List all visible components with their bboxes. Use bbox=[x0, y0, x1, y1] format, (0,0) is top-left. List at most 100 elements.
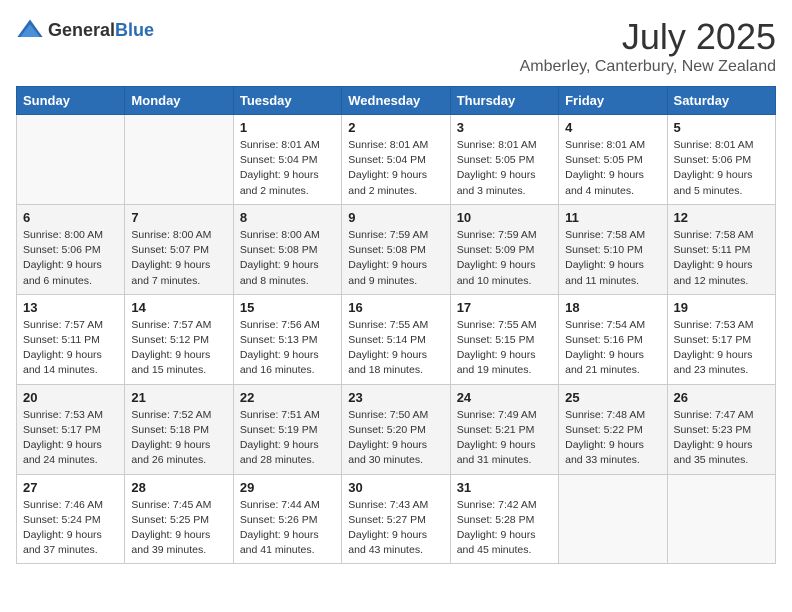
logo-general-text: General bbox=[48, 20, 115, 40]
calendar-cell: 8 Sunrise: 8:00 AM Sunset: 5:08 PM Daylig… bbox=[233, 204, 341, 294]
calendar-cell: 11 Sunrise: 7:58 AM Sunset: 5:10 PM Dayli… bbox=[559, 204, 667, 294]
day-info: Sunrise: 7:43 AM Sunset: 5:27 PM Dayligh… bbox=[348, 498, 443, 559]
calendar-cell: 31 Sunrise: 7:42 AM Sunset: 5:28 PM Dayli… bbox=[450, 474, 558, 564]
day-number: 9 bbox=[348, 210, 443, 225]
day-info: Sunrise: 7:57 AM Sunset: 5:11 PM Dayligh… bbox=[23, 318, 118, 379]
day-number: 25 bbox=[565, 390, 660, 405]
day-info: Sunrise: 7:49 AM Sunset: 5:21 PM Dayligh… bbox=[457, 408, 552, 469]
day-number: 3 bbox=[457, 120, 552, 135]
day-number: 10 bbox=[457, 210, 552, 225]
day-number: 28 bbox=[131, 480, 226, 495]
day-number: 2 bbox=[348, 120, 443, 135]
day-number: 29 bbox=[240, 480, 335, 495]
title-block: July 2025 Amberley, Canterbury, New Zeal… bbox=[520, 16, 776, 76]
day-info: Sunrise: 7:55 AM Sunset: 5:15 PM Dayligh… bbox=[457, 318, 552, 379]
calendar-cell: 18 Sunrise: 7:54 AM Sunset: 5:16 PM Dayli… bbox=[559, 294, 667, 384]
day-info: Sunrise: 7:50 AM Sunset: 5:20 PM Dayligh… bbox=[348, 408, 443, 469]
day-number: 7 bbox=[131, 210, 226, 225]
logo-blue-text: Blue bbox=[115, 20, 154, 40]
logo: GeneralBlue bbox=[16, 16, 154, 44]
day-number: 22 bbox=[240, 390, 335, 405]
month-title: July 2025 bbox=[520, 16, 776, 58]
calendar-cell: 7 Sunrise: 8:00 AM Sunset: 5:07 PM Daylig… bbox=[125, 204, 233, 294]
calendar-cell: 17 Sunrise: 7:55 AM Sunset: 5:15 PM Dayli… bbox=[450, 294, 558, 384]
day-number: 21 bbox=[131, 390, 226, 405]
day-number: 27 bbox=[23, 480, 118, 495]
calendar-cell: 6 Sunrise: 8:00 AM Sunset: 5:06 PM Daylig… bbox=[17, 204, 125, 294]
calendar-cell: 27 Sunrise: 7:46 AM Sunset: 5:24 PM Dayli… bbox=[17, 474, 125, 564]
calendar-cell: 24Sunrise: 7:49 AM Sunset: 5:21 PM Dayli… bbox=[450, 384, 558, 474]
day-info: Sunrise: 7:54 AM Sunset: 5:16 PM Dayligh… bbox=[565, 318, 660, 379]
day-info: Sunrise: 8:01 AM Sunset: 5:05 PM Dayligh… bbox=[565, 138, 660, 199]
day-info: Sunrise: 7:42 AM Sunset: 5:28 PM Dayligh… bbox=[457, 498, 552, 559]
day-info: Sunrise: 8:01 AM Sunset: 5:06 PM Dayligh… bbox=[674, 138, 769, 199]
day-number: 14 bbox=[131, 300, 226, 315]
day-info: Sunrise: 8:00 AM Sunset: 5:07 PM Dayligh… bbox=[131, 228, 226, 289]
day-number: 18 bbox=[565, 300, 660, 315]
calendar-cell: 20 Sunrise: 7:53 AM Sunset: 5:17 PM Dayli… bbox=[17, 384, 125, 474]
day-info: Sunrise: 8:00 AM Sunset: 5:06 PM Dayligh… bbox=[23, 228, 118, 289]
day-number: 23 bbox=[348, 390, 443, 405]
day-info: Sunrise: 7:58 AM Sunset: 5:10 PM Dayligh… bbox=[565, 228, 660, 289]
day-number: 31 bbox=[457, 480, 552, 495]
calendar-cell: 29 Sunrise: 7:44 AM Sunset: 5:26 PM Dayli… bbox=[233, 474, 341, 564]
day-info: Sunrise: 8:01 AM Sunset: 5:04 PM Dayligh… bbox=[348, 138, 443, 199]
calendar-cell: 1Sunrise: 8:01 AM Sunset: 5:04 PM Daylig… bbox=[233, 115, 341, 205]
calendar-cell bbox=[667, 474, 775, 564]
calendar-cell: 21 Sunrise: 7:52 AM Sunset: 5:18 PM Dayli… bbox=[125, 384, 233, 474]
day-info: Sunrise: 7:59 AM Sunset: 5:09 PM Dayligh… bbox=[457, 228, 552, 289]
calendar-cell: 10 Sunrise: 7:59 AM Sunset: 5:09 PM Dayli… bbox=[450, 204, 558, 294]
day-number: 19 bbox=[674, 300, 769, 315]
calendar-cell: 19 Sunrise: 7:53 AM Sunset: 5:17 PM Dayli… bbox=[667, 294, 775, 384]
calendar-cell: 14 Sunrise: 7:57 AM Sunset: 5:12 PM Dayli… bbox=[125, 294, 233, 384]
calendar-cell: 26 Sunrise: 7:47 AM Sunset: 5:23 PM Dayli… bbox=[667, 384, 775, 474]
day-info: Sunrise: 7:55 AM Sunset: 5:14 PM Dayligh… bbox=[348, 318, 443, 379]
calendar-cell: 3 Sunrise: 8:01 AM Sunset: 5:05 PM Daylig… bbox=[450, 115, 558, 205]
day-info: Sunrise: 8:00 AM Sunset: 5:08 PM Dayligh… bbox=[240, 228, 335, 289]
day-number: 11 bbox=[565, 210, 660, 225]
day-info: Sunrise: 7:57 AM Sunset: 5:12 PM Dayligh… bbox=[131, 318, 226, 379]
weekday-header-friday: Friday bbox=[559, 87, 667, 115]
calendar-cell: 22 Sunrise: 7:51 AM Sunset: 5:19 PM Dayli… bbox=[233, 384, 341, 474]
calendar-cell bbox=[17, 115, 125, 205]
day-number: 4 bbox=[565, 120, 660, 135]
day-info: Sunrise: 8:01 AM Sunset: 5:05 PM Dayligh… bbox=[457, 138, 552, 199]
day-number: 20 bbox=[23, 390, 118, 405]
day-info: Sunrise: 7:59 AM Sunset: 5:08 PM Dayligh… bbox=[348, 228, 443, 289]
day-number: 5 bbox=[674, 120, 769, 135]
calendar-cell: 2 Sunrise: 8:01 AM Sunset: 5:04 PM Daylig… bbox=[342, 115, 450, 205]
day-number: 26 bbox=[674, 390, 769, 405]
day-info: Sunrise: 7:52 AM Sunset: 5:18 PM Dayligh… bbox=[131, 408, 226, 469]
weekday-header-saturday: Saturday bbox=[667, 87, 775, 115]
page-header: GeneralBlue July 2025 Amberley, Canterbu… bbox=[16, 16, 776, 76]
calendar-cell: 25Sunrise: 7:48 AM Sunset: 5:22 PM Dayli… bbox=[559, 384, 667, 474]
day-info: Sunrise: 7:51 AM Sunset: 5:19 PM Dayligh… bbox=[240, 408, 335, 469]
calendar-cell bbox=[559, 474, 667, 564]
calendar-cell: 4 Sunrise: 8:01 AM Sunset: 5:05 PM Daylig… bbox=[559, 115, 667, 205]
day-info: Sunrise: 7:47 AM Sunset: 5:23 PM Dayligh… bbox=[674, 408, 769, 469]
calendar-cell: 12Sunrise: 7:58 AM Sunset: 5:11 PM Dayli… bbox=[667, 204, 775, 294]
day-info: Sunrise: 7:58 AM Sunset: 5:11 PM Dayligh… bbox=[674, 228, 769, 289]
calendar-cell: 9 Sunrise: 7:59 AM Sunset: 5:08 PM Daylig… bbox=[342, 204, 450, 294]
day-number: 6 bbox=[23, 210, 118, 225]
day-number: 1 bbox=[240, 120, 335, 135]
weekday-header-wednesday: Wednesday bbox=[342, 87, 450, 115]
day-info: Sunrise: 7:56 AM Sunset: 5:13 PM Dayligh… bbox=[240, 318, 335, 379]
day-info: Sunrise: 7:53 AM Sunset: 5:17 PM Dayligh… bbox=[23, 408, 118, 469]
weekday-header-tuesday: Tuesday bbox=[233, 87, 341, 115]
day-number: 8 bbox=[240, 210, 335, 225]
calendar-cell: 23 Sunrise: 7:50 AM Sunset: 5:20 PM Dayli… bbox=[342, 384, 450, 474]
day-number: 16 bbox=[348, 300, 443, 315]
calendar-cell: 28 Sunrise: 7:45 AM Sunset: 5:25 PM Dayli… bbox=[125, 474, 233, 564]
day-info: Sunrise: 7:44 AM Sunset: 5:26 PM Dayligh… bbox=[240, 498, 335, 559]
day-info: Sunrise: 7:53 AM Sunset: 5:17 PM Dayligh… bbox=[674, 318, 769, 379]
day-number: 13 bbox=[23, 300, 118, 315]
day-info: Sunrise: 7:46 AM Sunset: 5:24 PM Dayligh… bbox=[23, 498, 118, 559]
logo-icon bbox=[16, 16, 44, 44]
calendar-cell bbox=[125, 115, 233, 205]
day-info: Sunrise: 7:45 AM Sunset: 5:25 PM Dayligh… bbox=[131, 498, 226, 559]
calendar-cell: 16 Sunrise: 7:55 AM Sunset: 5:14 PM Dayli… bbox=[342, 294, 450, 384]
day-number: 17 bbox=[457, 300, 552, 315]
calendar-cell: 5 Sunrise: 8:01 AM Sunset: 5:06 PM Daylig… bbox=[667, 115, 775, 205]
calendar-cell: 13 Sunrise: 7:57 AM Sunset: 5:11 PM Dayli… bbox=[17, 294, 125, 384]
